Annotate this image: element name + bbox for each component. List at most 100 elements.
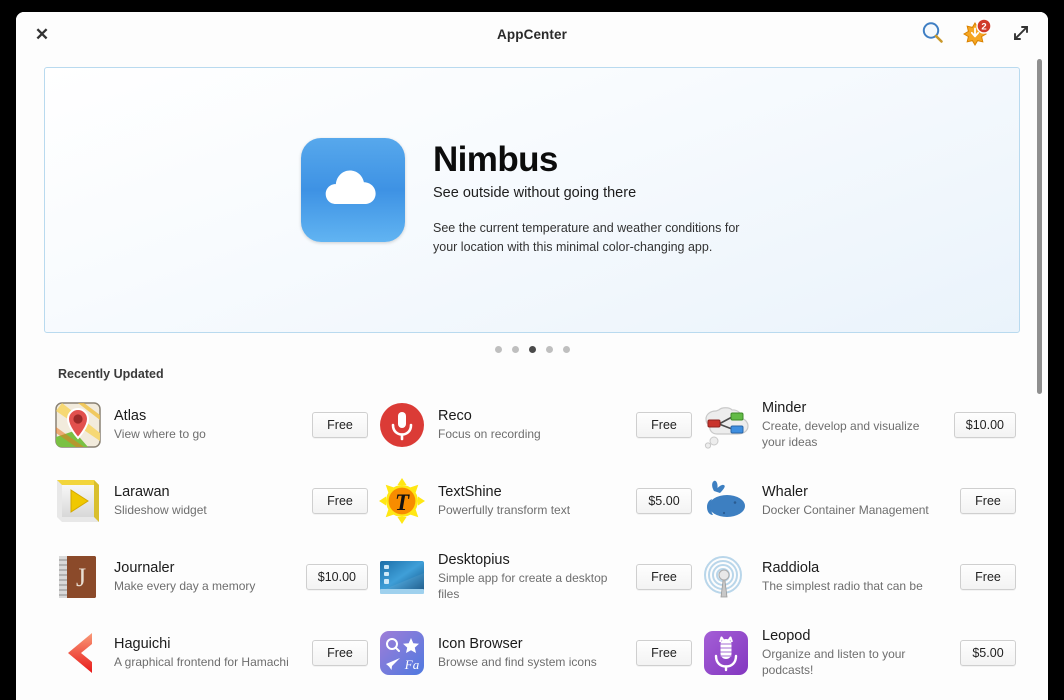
app-list-item[interactable]: Leopod Organize and listen to your podcas… xyxy=(702,615,1026,691)
app-name: Minder xyxy=(762,399,807,416)
carousel-dots xyxy=(16,346,1048,353)
content-scroll-area: Nimbus See outside without going there S… xyxy=(16,57,1048,700)
app-name: Icon Browser xyxy=(438,635,523,652)
app-price-button[interactable]: Free xyxy=(636,640,692,666)
app-list-item[interactable]: Raddiola The simplest radio that can be Fr… xyxy=(702,539,1026,615)
carousel-dot-2[interactable] xyxy=(511,346,519,353)
app-meta: Haguichi A graphical frontend for Hamachi xyxy=(114,635,312,671)
scrollbar-thumb[interactable] xyxy=(1037,59,1042,394)
larawan-play-icon xyxy=(54,477,102,525)
app-name: Leopod xyxy=(762,627,811,644)
app-meta: Atlas View where to go xyxy=(114,407,312,443)
whaler-whale-icon xyxy=(702,477,750,525)
updates-badge-count: 2 xyxy=(981,22,986,33)
svg-text:Fa: Fa xyxy=(404,657,420,672)
app-meta: Journaler Make every day a memory xyxy=(114,559,306,595)
app-meta: TextShine Powerfully transform text xyxy=(438,483,636,519)
carousel-dot-3[interactable] xyxy=(528,346,536,353)
banner-title: Nimbus xyxy=(433,139,558,179)
app-description: Organize and listen to your podcasts! xyxy=(762,647,906,678)
app-list-item[interactable]: Atlas View where to go Free xyxy=(54,387,378,463)
app-list-item[interactable]: J Journaler Make every day a memory $10.00 xyxy=(54,539,378,615)
app-name: Atlas xyxy=(114,407,147,424)
updates-starburst-icon[interactable]: 2 xyxy=(962,18,992,48)
app-list-item[interactable]: Larawan Slideshow widget Free xyxy=(54,463,378,539)
section-title-recently-updated: Recently Updated xyxy=(58,367,164,381)
app-description: View where to go xyxy=(114,427,206,442)
app-list-item[interactable]: Fa Icon Browser Browse and find system ic… xyxy=(378,615,702,691)
app-list-item[interactable]: Reco Focus on recording Free xyxy=(378,387,702,463)
journaler-notebook-icon: J xyxy=(54,553,102,601)
app-meta: Minder Create, develop and visualize your… xyxy=(762,399,954,451)
app-meta: Reco Focus on recording xyxy=(438,407,636,443)
app-grid: Atlas View where to go Free Reco Focus on r… xyxy=(16,387,1048,691)
app-meta: Raddiola The simplest radio that can be xyxy=(762,559,960,595)
app-meta: Larawan Slideshow widget xyxy=(114,483,312,519)
app-list-item[interactable]: Haguichi A graphical frontend for Hamachi… xyxy=(54,615,378,691)
haguichi-chevron-icon xyxy=(54,629,102,677)
svg-text:T: T xyxy=(395,490,410,515)
app-meta: Icon Browser Browse and find system icons xyxy=(438,635,636,671)
app-list-item[interactable]: Whaler Docker Container Management Free xyxy=(702,463,1026,539)
app-name: Desktopius xyxy=(438,551,510,568)
app-description: Make every day a memory xyxy=(114,579,256,594)
app-description: Browse and find system icons xyxy=(438,655,597,670)
app-name: Raddiola xyxy=(762,559,820,576)
app-price-button[interactable]: $10.00 xyxy=(305,564,368,590)
app-description: Docker Container Management xyxy=(762,503,929,518)
app-name: Haguichi xyxy=(114,635,171,652)
icon-browser-glyphs-icon: Fa xyxy=(378,629,426,677)
textshine-sun-t-icon: T xyxy=(378,477,426,525)
app-description: Create, develop and visualize your ideas xyxy=(762,419,920,450)
titlebar: ✕ AppCenter 2 xyxy=(16,12,1048,57)
app-price-button[interactable]: Free xyxy=(636,412,692,438)
app-description: Slideshow widget xyxy=(114,503,207,518)
desktopius-screen-icon xyxy=(378,553,426,601)
app-meta: Desktopius Simple app for create a deskto… xyxy=(438,551,636,603)
app-list-item[interactable]: T TextShine Powerfully transform text $5.0… xyxy=(378,463,702,539)
carousel-dot-5[interactable] xyxy=(562,346,570,353)
cloud-icon xyxy=(301,137,405,242)
window-title: AppCenter xyxy=(497,27,567,42)
banner-subtitle: See outside without going there xyxy=(433,185,637,202)
minder-mindmap-icon xyxy=(702,401,750,449)
app-description: Simple app for create a desktop files xyxy=(438,571,608,602)
header-actions: 2 xyxy=(918,18,1036,48)
app-name: Larawan xyxy=(114,483,170,500)
app-name: Journaler xyxy=(114,559,175,576)
reco-microphone-icon xyxy=(378,401,426,449)
app-price-button[interactable]: $10.00 xyxy=(953,412,1016,438)
app-price-button[interactable]: Free xyxy=(312,640,368,666)
app-description: Focus on recording xyxy=(438,427,541,442)
raddiola-antenna-icon xyxy=(702,553,750,601)
app-description: Powerfully transform text xyxy=(438,503,571,518)
carousel-dot-1[interactable] xyxy=(494,346,502,353)
app-price-button[interactable]: $5.00 xyxy=(960,640,1016,666)
app-price-button[interactable]: Free xyxy=(960,488,1016,514)
app-meta: Whaler Docker Container Management xyxy=(762,483,960,519)
app-name: TextShine xyxy=(438,483,502,500)
app-name: Reco xyxy=(438,407,472,424)
app-meta: Leopod Organize and listen to your podcas… xyxy=(762,627,960,679)
expand-icon[interactable] xyxy=(1006,18,1036,48)
search-icon[interactable] xyxy=(918,18,948,48)
featured-banner[interactable]: Nimbus See outside without going there S… xyxy=(44,67,1020,333)
banner-description: See the current temperature and weather … xyxy=(433,221,740,254)
scrollbar-track[interactable] xyxy=(1035,57,1045,700)
svg-text:J: J xyxy=(76,563,86,592)
app-price-button[interactable]: Free xyxy=(636,564,692,590)
app-name: Whaler xyxy=(762,483,808,500)
app-list-item[interactable]: Minder Create, develop and visualize your… xyxy=(702,387,1026,463)
carousel-dot-4[interactable] xyxy=(545,346,553,353)
app-window: ✕ AppCenter 2 Nimbus See outside without… xyxy=(16,12,1048,700)
leopod-microphone-icon xyxy=(702,629,750,677)
app-description: A graphical frontend for Hamachi xyxy=(114,655,289,670)
app-price-button[interactable]: Free xyxy=(312,488,368,514)
app-price-button[interactable]: Free xyxy=(312,412,368,438)
app-description: The simplest radio that can be xyxy=(762,579,923,594)
close-button[interactable]: ✕ xyxy=(30,22,54,46)
app-price-button[interactable]: $5.00 xyxy=(636,488,692,514)
app-list-item[interactable]: Desktopius Simple app for create a deskto… xyxy=(378,539,702,615)
app-price-button[interactable]: Free xyxy=(960,564,1016,590)
atlas-map-icon xyxy=(54,401,102,449)
